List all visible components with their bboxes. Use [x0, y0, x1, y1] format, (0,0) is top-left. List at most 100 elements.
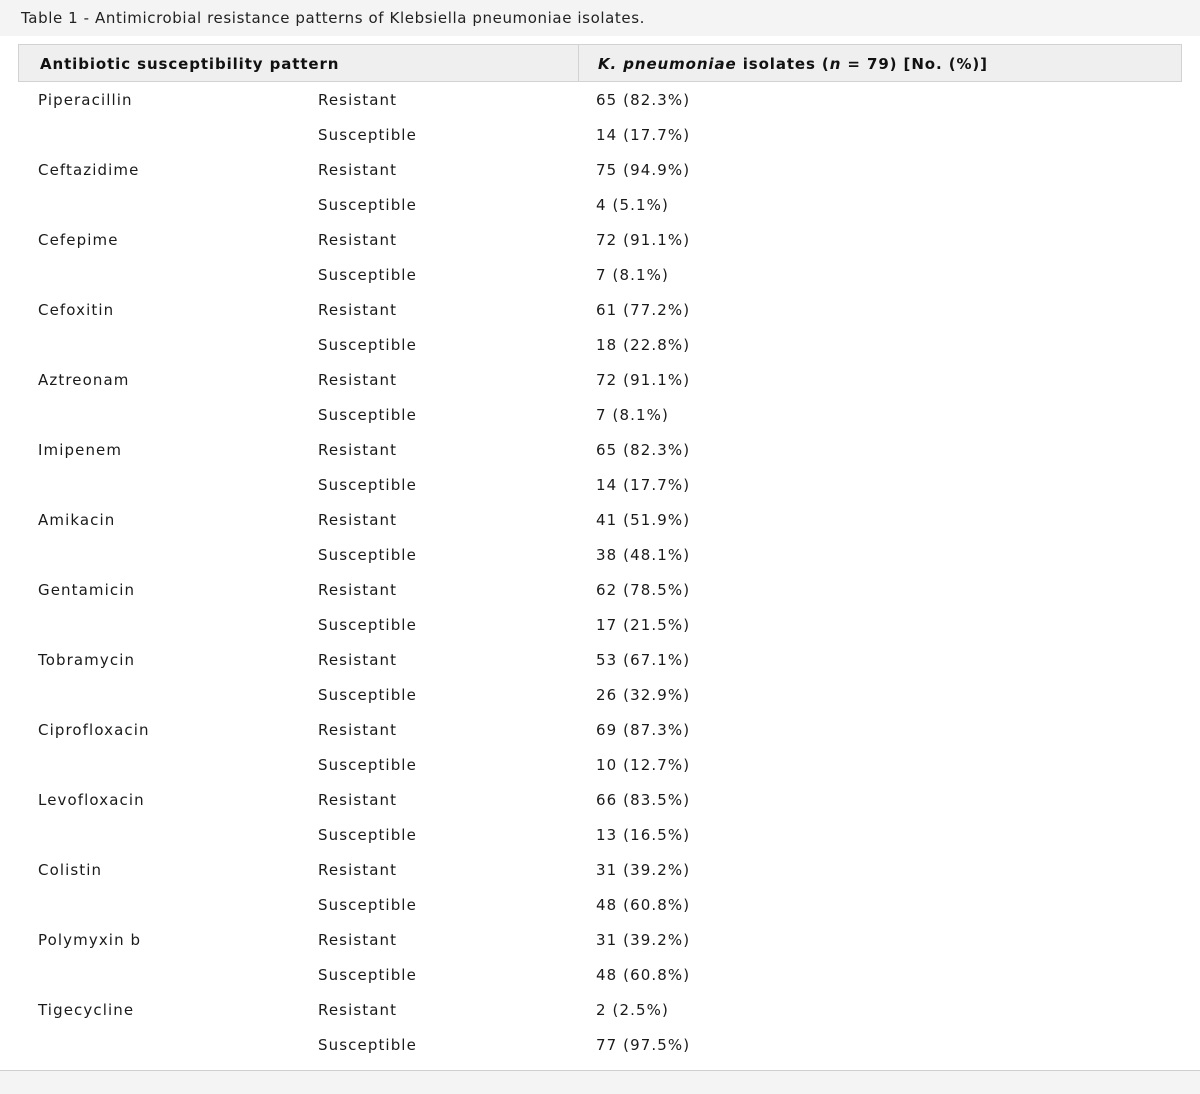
table-row: Ciprofloxacin Resistant 69 (87.3%) [0, 716, 1200, 751]
isolate-count: 7 (8.1%) [596, 406, 669, 424]
column-divider [578, 44, 579, 82]
antibiotic-name: Ciprofloxacin [38, 721, 150, 739]
table-row: Susceptible 17 (21.5%) [0, 611, 1200, 646]
table-row: Amikacin Resistant 41 (51.9%) [0, 506, 1200, 541]
antibiotic-name: Ceftazidime [38, 161, 140, 179]
table-row: Ceftazidime Resistant 75 (94.9%) [0, 156, 1200, 191]
isolate-count: 38 (48.1%) [596, 546, 691, 564]
susceptibility-pattern: Susceptible [318, 546, 417, 564]
isolate-count: 7 (8.1%) [596, 266, 669, 284]
antibiotic-name: Imipenem [38, 441, 123, 459]
susceptibility-pattern: Resistant [318, 791, 398, 809]
antibiotic-name: Amikacin [38, 511, 116, 529]
isolate-count: 75 (94.9%) [596, 161, 691, 179]
isolate-count: 4 (5.1%) [596, 196, 669, 214]
header-species: K. pneumoniae [598, 55, 737, 73]
table-row: Gentamicin Resistant 62 (78.5%) [0, 576, 1200, 611]
isolate-count: 65 (82.3%) [596, 91, 691, 109]
caption-bar: Table 1 - Antimicrobial resistance patte… [0, 0, 1200, 36]
susceptibility-pattern: Susceptible [318, 406, 417, 424]
antibiotic-name: Cefepime [38, 231, 119, 249]
isolate-count: 66 (83.5%) [596, 791, 691, 809]
isolate-count: 72 (91.1%) [596, 231, 691, 249]
isolate-count: 17 (21.5%) [596, 616, 691, 634]
table-row: Piperacillin Resistant 65 (82.3%) [0, 86, 1200, 121]
table-row: Susceptible 38 (48.1%) [0, 541, 1200, 576]
susceptibility-pattern: Susceptible [318, 826, 417, 844]
isolate-count: 10 (12.7%) [596, 756, 691, 774]
susceptibility-pattern: Resistant [318, 441, 398, 459]
table-row: Aztreonam Resistant 72 (91.1%) [0, 366, 1200, 401]
susceptibility-pattern: Resistant [318, 301, 398, 319]
susceptibility-pattern: Resistant [318, 231, 398, 249]
susceptibility-pattern: Resistant [318, 581, 398, 599]
antibiotic-name: Colistin [38, 861, 103, 879]
isolate-count: 61 (77.2%) [596, 301, 691, 319]
isolate-count: 31 (39.2%) [596, 861, 691, 879]
susceptibility-pattern: Resistant [318, 651, 398, 669]
susceptibility-pattern: Susceptible [318, 1036, 417, 1054]
table-row: Cefepime Resistant 72 (91.1%) [0, 226, 1200, 261]
table-row: Colistin Resistant 31 (39.2%) [0, 856, 1200, 891]
susceptibility-pattern: Resistant [318, 861, 398, 879]
isolate-count: 72 (91.1%) [596, 371, 691, 389]
table-caption: Table 1 - Antimicrobial resistance patte… [21, 9, 646, 27]
isolate-count: 26 (32.9%) [596, 686, 691, 704]
header-n-symbol: n [829, 55, 842, 73]
isolate-count: 31 (39.2%) [596, 931, 691, 949]
antibiotic-name: Tigecycline [38, 1001, 135, 1019]
table-row: Susceptible 14 (17.7%) [0, 471, 1200, 506]
antibiotic-name: Gentamicin [38, 581, 136, 599]
table-row: Susceptible 7 (8.1%) [0, 401, 1200, 436]
susceptibility-pattern: Resistant [318, 371, 398, 389]
isolate-count: 48 (60.8%) [596, 966, 691, 984]
susceptibility-pattern: Susceptible [318, 616, 417, 634]
table-row: Levofloxacin Resistant 66 (83.5%) [0, 786, 1200, 821]
isolate-count: 53 (67.1%) [596, 651, 691, 669]
table-row: Tigecycline Resistant 2 (2.5%) [0, 996, 1200, 1031]
antibiotic-name: Levofloxacin [38, 791, 145, 809]
antibiotic-name: Polymyxin b [38, 931, 142, 949]
antibiotic-name: Cefoxitin [38, 301, 115, 319]
isolate-count: 13 (16.5%) [596, 826, 691, 844]
antibiotic-name: Tobramycin [38, 651, 136, 669]
antibiotic-name: Aztreonam [38, 371, 130, 389]
susceptibility-pattern: Resistant [318, 721, 398, 739]
table-row: Susceptible 14 (17.7%) [0, 121, 1200, 156]
isolate-count: 41 (51.9%) [596, 511, 691, 529]
susceptibility-pattern: Susceptible [318, 686, 417, 704]
susceptibility-pattern: Susceptible [318, 126, 417, 144]
table-row: Cefoxitin Resistant 61 (77.2%) [0, 296, 1200, 331]
isolate-count: 62 (78.5%) [596, 581, 691, 599]
susceptibility-pattern: Susceptible [318, 756, 417, 774]
isolate-count: 65 (82.3%) [596, 441, 691, 459]
header-isolates: K. pneumoniae isolates (n = 79) [No. (%)… [598, 55, 988, 73]
susceptibility-pattern: Resistant [318, 931, 398, 949]
table-row: Tobramycin Resistant 53 (67.1%) [0, 646, 1200, 681]
isolate-count: 14 (17.7%) [596, 126, 691, 144]
header-isolates-count: = 79) [No. (%)] [841, 55, 988, 73]
table-row: Susceptible 13 (16.5%) [0, 821, 1200, 856]
table-row: Susceptible 7 (8.1%) [0, 261, 1200, 296]
table-row: Susceptible 10 (12.7%) [0, 751, 1200, 786]
susceptibility-pattern: Resistant [318, 161, 398, 179]
isolate-count: 18 (22.8%) [596, 336, 691, 354]
header-antibiotic-pattern: Antibiotic susceptibility pattern [40, 55, 340, 73]
table-row: Susceptible 77 (97.5%) [0, 1031, 1200, 1066]
table-row: Susceptible 4 (5.1%) [0, 191, 1200, 226]
isolate-count: 14 (17.7%) [596, 476, 691, 494]
table-row: Polymyxin b Resistant 31 (39.2%) [0, 926, 1200, 961]
isolate-count: 48 (60.8%) [596, 896, 691, 914]
table-body: Piperacillin Resistant 65 (82.3%) Susceptib… [0, 86, 1200, 1066]
susceptibility-pattern: Resistant [318, 91, 398, 109]
susceptibility-pattern: Susceptible [318, 896, 417, 914]
susceptibility-pattern: Susceptible [318, 966, 417, 984]
susceptibility-pattern: Susceptible [318, 266, 417, 284]
table-row: Imipenem Resistant 65 (82.3%) [0, 436, 1200, 471]
susceptibility-pattern: Resistant [318, 1001, 398, 1019]
susceptibility-pattern: Susceptible [318, 336, 417, 354]
isolate-count: 77 (97.5%) [596, 1036, 691, 1054]
table-row: Susceptible 48 (60.8%) [0, 891, 1200, 926]
susceptibility-pattern: Resistant [318, 511, 398, 529]
susceptibility-pattern: Susceptible [318, 476, 417, 494]
